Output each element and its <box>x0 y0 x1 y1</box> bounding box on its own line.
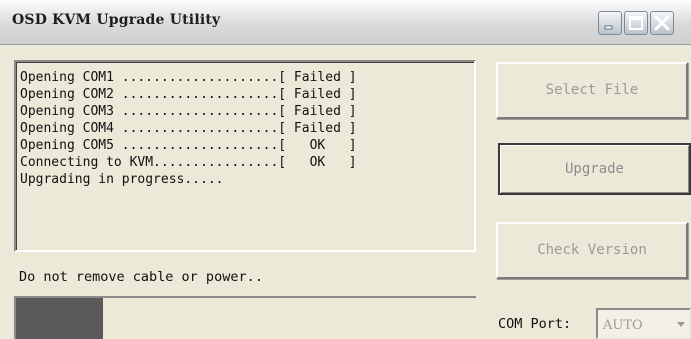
check-version-button[interactable]: Check Version <box>496 222 688 279</box>
com-port-select[interactable]: AUTO <box>596 308 691 339</box>
select-file-button[interactable]: Select File <box>496 62 688 119</box>
minimize-button[interactable] <box>598 11 622 35</box>
chevron-down-icon[interactable] <box>676 321 686 329</box>
log-output[interactable]: Opening COM1 ....................[ Faile… <box>14 60 476 252</box>
log-line: Upgrading in progress..... <box>20 172 224 187</box>
log-line: Opening COM2 ....................[ Faile… <box>20 87 357 102</box>
upgrade-button[interactable]: Upgrade <box>498 143 691 195</box>
log-line: Connecting to KVM................[ OK ] <box>20 155 357 170</box>
log-line: Opening COM5 ....................[ OK ] <box>20 138 357 153</box>
status-message: Do not remove cable or power.. <box>19 269 263 285</box>
close-icon <box>654 15 670 31</box>
close-button[interactable] <box>650 11 674 35</box>
maximize-icon <box>629 16 643 30</box>
maximize-button[interactable] <box>624 11 648 35</box>
title-bar[interactable]: OSD KVM Upgrade Utility <box>0 0 691 45</box>
window-title: OSD KVM Upgrade Utility <box>12 12 221 28</box>
progress-fill <box>16 298 104 339</box>
upgrade-utility-window: OSD KVM Upgrade Utility Opening COM1 ...… <box>0 0 691 339</box>
log-line: Opening COM1 ....................[ Faile… <box>20 70 357 85</box>
progress-bar <box>14 296 476 339</box>
com-port-label: COM Port: <box>498 316 572 332</box>
log-line: Opening COM4 ....................[ Faile… <box>20 121 357 136</box>
minimize-icon <box>604 25 613 30</box>
log-line: Opening COM3 ....................[ Faile… <box>20 104 357 119</box>
com-port-value: AUTO <box>603 318 643 333</box>
